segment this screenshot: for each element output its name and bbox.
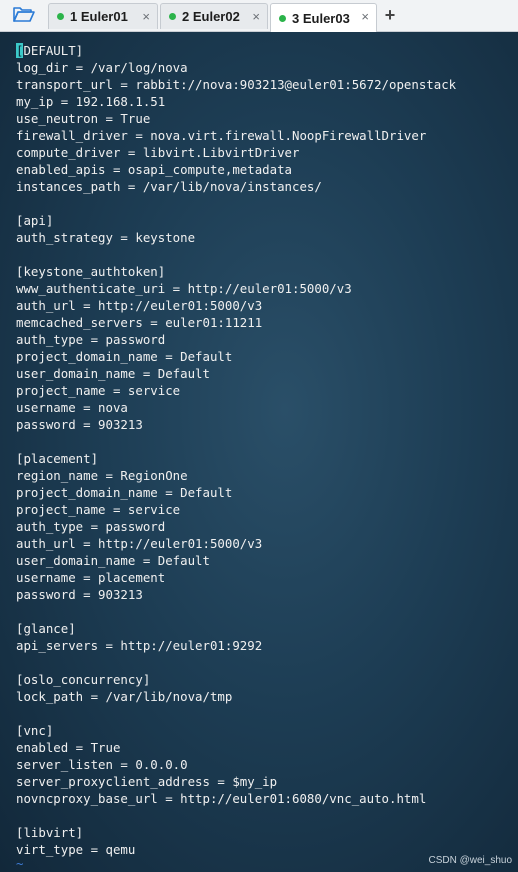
terminal-line: auth_type = password: [16, 519, 166, 534]
terminal-pane[interactable]: [DEFAULT] log_dir = /var/log/nova transpor…: [0, 32, 518, 872]
terminal-line: auth_url = http://euler01:5000/v3: [16, 536, 263, 551]
tab-euler01[interactable]: 1 Euler01 ×: [48, 3, 158, 29]
tab-euler02[interactable]: 2 Euler02 ×: [160, 3, 268, 29]
open-folder-button[interactable]: [8, 5, 40, 27]
terminal-line: project_name = service: [16, 502, 181, 517]
terminal-line: project_domain_name = Default: [16, 349, 233, 364]
terminal-line: server_proxyclient_address = $my_ip: [16, 774, 278, 789]
terminal-line: auth_strategy = keystone: [16, 230, 196, 245]
watermark: CSDN @wei_shuo: [428, 855, 512, 866]
terminal-line: log_dir = /var/log/nova: [16, 60, 188, 75]
terminal-line: project_name = service: [16, 383, 181, 398]
terminal-line: www_authenticate_uri = http://euler01:50…: [16, 281, 352, 296]
terminal-line: password = 903213: [16, 417, 143, 432]
tab-euler03[interactable]: 3 Euler03 ×: [270, 3, 377, 32]
terminal-line: instances_path = /var/lib/nova/instances…: [16, 179, 322, 194]
terminal-line: auth_url = http://euler01:5000/v3: [16, 298, 263, 313]
terminal-line: region_name = RegionOne: [16, 468, 188, 483]
terminal-line: username = placement: [16, 570, 166, 585]
terminal-line: use_neutron = True: [16, 111, 151, 126]
terminal-line: [vnc]: [16, 723, 54, 738]
terminal-line: [libvirt]: [16, 825, 84, 840]
vim-empty-line-marker: ~: [16, 856, 24, 871]
connected-dot-icon: [279, 14, 286, 22]
terminal-line: enabled_apis = osapi_compute,metadata: [16, 162, 293, 177]
terminal-line: password = 903213: [16, 587, 143, 602]
folder-open-icon: [13, 5, 35, 28]
terminal-line: lock_path = /var/lib/nova/tmp: [16, 689, 233, 704]
close-icon[interactable]: ×: [252, 9, 260, 24]
connected-dot-icon: [57, 13, 64, 20]
terminal-line: api_servers = http://euler01:9292: [16, 638, 263, 653]
terminal-line: my_ip = 192.168.1.51: [16, 94, 166, 109]
terminal-line: transport_url = rabbit://nova:903213@eul…: [16, 77, 457, 92]
terminal-line: enabled = True: [16, 740, 121, 755]
terminal-line: [keystone_authtoken]: [16, 264, 166, 279]
connected-dot-icon: [169, 13, 176, 20]
terminal-line: username = nova: [16, 400, 128, 415]
terminal-output: [DEFAULT] log_dir = /var/log/nova transpor…: [16, 42, 456, 858]
terminal-line: [oslo_concurrency]: [16, 672, 151, 687]
terminal-line: virt_type = qemu: [16, 842, 136, 857]
tab-bar: 1 Euler01 × 2 Euler02 × 3 Euler03 × +: [0, 0, 518, 32]
tab-label: 3 Euler03: [292, 10, 350, 26]
terminal-line: user_domain_name = Default: [16, 553, 210, 568]
tab-label: 2 Euler02: [182, 9, 240, 24]
close-icon[interactable]: ×: [142, 9, 150, 24]
terminal-line: compute_driver = libvirt.LibvirtDriver: [16, 145, 300, 160]
terminal-line: memcached_servers = euler01:11211: [16, 315, 263, 330]
terminal-line: auth_type = password: [16, 332, 166, 347]
terminal-line: [DEFAULT]: [16, 42, 456, 59]
terminal-line: project_domain_name = Default: [16, 485, 233, 500]
close-icon[interactable]: ×: [361, 9, 369, 24]
terminal-line: firewall_driver = nova.virt.firewall.Noo…: [16, 128, 427, 143]
terminal-line: [api]: [16, 213, 54, 228]
terminal-line: [glance]: [16, 621, 76, 636]
tab-label: 1 Euler01: [70, 9, 128, 24]
terminal-line: user_domain_name = Default: [16, 366, 210, 381]
add-tab-button[interactable]: +: [381, 4, 399, 26]
terminal-line: novncproxy_base_url = http://euler01:608…: [16, 791, 427, 806]
terminal-line: [placement]: [16, 451, 99, 466]
terminal-line: server_listen = 0.0.0.0: [16, 757, 188, 772]
terminal-line-text: DEFAULT]: [23, 43, 84, 58]
